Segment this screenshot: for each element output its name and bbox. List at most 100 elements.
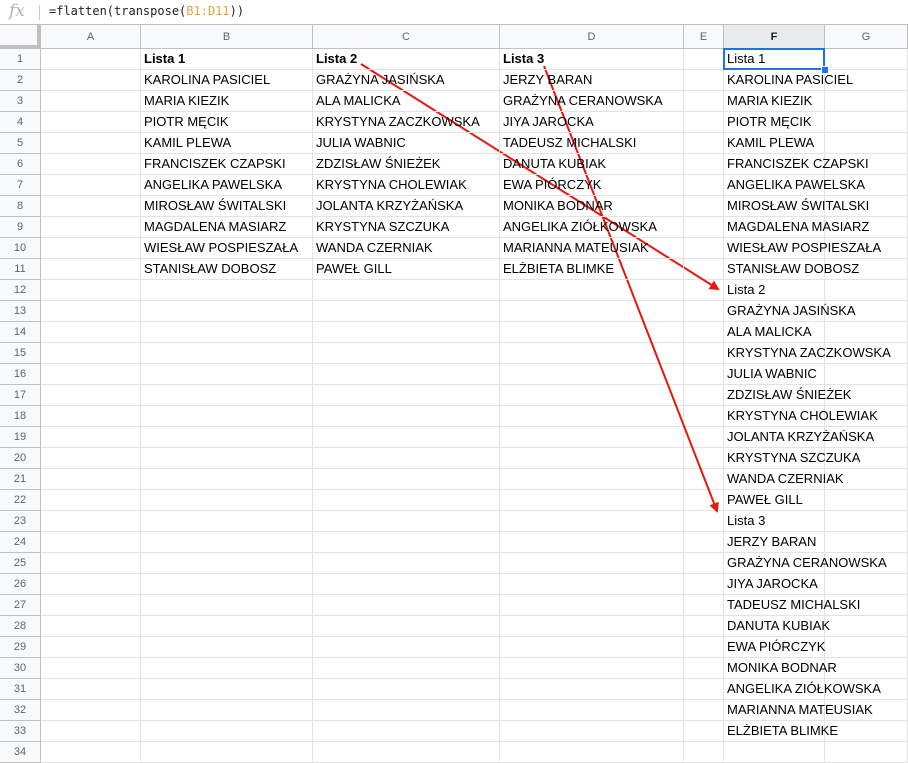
cell[interactable]: [825, 280, 908, 301]
row-header-15[interactable]: 15: [0, 343, 41, 364]
cell[interactable]: [141, 511, 313, 532]
row-header-6[interactable]: 6: [0, 154, 41, 175]
cell[interactable]: [825, 511, 908, 532]
cell[interactable]: [825, 322, 908, 343]
cell[interactable]: [825, 742, 908, 763]
row-header-9[interactable]: 9: [0, 217, 41, 238]
cell[interactable]: [684, 364, 724, 385]
cell[interactable]: [500, 385, 684, 406]
row-header-32[interactable]: 32: [0, 700, 41, 721]
cell[interactable]: [313, 385, 500, 406]
cell[interactable]: [313, 322, 500, 343]
cell[interactable]: [41, 364, 141, 385]
cell[interactable]: [684, 490, 724, 511]
result-cell[interactable]: MIROSŁAW ŚWITALSKI: [724, 196, 869, 217]
name-cell[interactable]: WANDA CZERNIAK: [313, 238, 500, 259]
result-cell[interactable]: TADEUSZ MICHALSKI: [724, 595, 860, 616]
name-cell[interactable]: JULIA WABNIC: [313, 133, 500, 154]
cell[interactable]: [684, 511, 724, 532]
name-cell[interactable]: ANGELIKA ZIÓŁKOWSKA: [500, 217, 684, 238]
cell[interactable]: [41, 217, 141, 238]
result-cell[interactable]: KRYSTYNA CHOLEWIAK: [724, 406, 878, 427]
cell[interactable]: [684, 469, 724, 490]
cell[interactable]: [41, 280, 141, 301]
cell[interactable]: [684, 133, 724, 154]
name-cell[interactable]: GRAŻYNA CERANOWSKA: [500, 91, 684, 112]
cell[interactable]: [41, 175, 141, 196]
row-header-31[interactable]: 31: [0, 679, 41, 700]
name-cell[interactable]: PIOTR MĘCIK: [141, 112, 313, 133]
cell[interactable]: [313, 427, 500, 448]
cell[interactable]: [684, 553, 724, 574]
cell[interactable]: [41, 133, 141, 154]
cell[interactable]: [684, 574, 724, 595]
cell[interactable]: [500, 301, 684, 322]
cell[interactable]: [141, 406, 313, 427]
name-cell[interactable]: JIYA JAROCKA: [500, 112, 684, 133]
cell[interactable]: [825, 490, 908, 511]
name-cell[interactable]: PAWEŁ GILL: [313, 259, 500, 280]
cell[interactable]: [500, 721, 684, 742]
list-header-cell[interactable]: Lista 3: [500, 49, 684, 70]
fill-handle[interactable]: [821, 66, 829, 74]
cell[interactable]: [500, 406, 684, 427]
cell[interactable]: [41, 490, 141, 511]
name-cell[interactable]: JERZY BARAN: [500, 70, 684, 91]
column-header-d[interactable]: D: [500, 25, 684, 49]
cell[interactable]: [500, 280, 684, 301]
cell[interactable]: [313, 574, 500, 595]
cell[interactable]: [724, 742, 825, 763]
cell[interactable]: [313, 679, 500, 700]
cell[interactable]: [684, 154, 724, 175]
name-cell[interactable]: MONIKA BODNAR: [500, 196, 684, 217]
cell[interactable]: [684, 532, 724, 553]
result-cell[interactable]: JOLANTA KRZYŻAŃSKA: [724, 427, 874, 448]
result-cell[interactable]: MARIANNA MATEUSIAK: [724, 700, 873, 721]
row-header-29[interactable]: 29: [0, 637, 41, 658]
cell[interactable]: [684, 427, 724, 448]
row-header-26[interactable]: 26: [0, 574, 41, 595]
column-header-e[interactable]: E: [684, 25, 724, 49]
result-cell[interactable]: Lista 2: [724, 280, 825, 301]
list-header-cell[interactable]: Lista 1: [141, 49, 313, 70]
column-header-a[interactable]: A: [41, 25, 141, 49]
column-header-b[interactable]: B: [141, 25, 313, 49]
cell[interactable]: [41, 742, 141, 763]
cell[interactable]: [41, 427, 141, 448]
list-header-cell[interactable]: Lista 2: [313, 49, 500, 70]
cell[interactable]: [500, 616, 684, 637]
result-cell[interactable]: PAWEŁ GILL: [724, 490, 825, 511]
cell[interactable]: [684, 616, 724, 637]
cell[interactable]: [141, 301, 313, 322]
cell[interactable]: [825, 637, 908, 658]
cell[interactable]: [41, 616, 141, 637]
result-cell[interactable]: GRAŻYNA JASIŃSKA: [724, 301, 856, 322]
cell[interactable]: [825, 112, 908, 133]
result-cell[interactable]: JIYA JAROCKA: [724, 574, 825, 595]
cell[interactable]: [141, 553, 313, 574]
cell[interactable]: [141, 427, 313, 448]
cell[interactable]: [684, 280, 724, 301]
cell[interactable]: [684, 196, 724, 217]
cell[interactable]: [41, 658, 141, 679]
cell[interactable]: [41, 259, 141, 280]
cell[interactable]: [313, 700, 500, 721]
cell[interactable]: [500, 469, 684, 490]
cell[interactable]: [141, 448, 313, 469]
result-cell[interactable]: KAROLINA PASICIEL: [724, 70, 853, 91]
row-header-14[interactable]: 14: [0, 322, 41, 343]
name-cell[interactable]: MIROSŁAW ŚWITALSKI: [141, 196, 313, 217]
cell[interactable]: [41, 574, 141, 595]
name-cell[interactable]: MAGDALENA MASIARZ: [141, 217, 313, 238]
row-header-22[interactable]: 22: [0, 490, 41, 511]
cell[interactable]: [684, 70, 724, 91]
cell[interactable]: [41, 700, 141, 721]
cell[interactable]: [41, 469, 141, 490]
row-header-2[interactable]: 2: [0, 70, 41, 91]
result-cell[interactable]: JERZY BARAN: [724, 532, 825, 553]
column-header-f[interactable]: F: [724, 25, 825, 49]
row-header-21[interactable]: 21: [0, 469, 41, 490]
result-cell[interactable]: ANGELIKA ZIÓŁKOWSKA: [724, 679, 881, 700]
cell[interactable]: [825, 574, 908, 595]
cell[interactable]: [684, 721, 724, 742]
